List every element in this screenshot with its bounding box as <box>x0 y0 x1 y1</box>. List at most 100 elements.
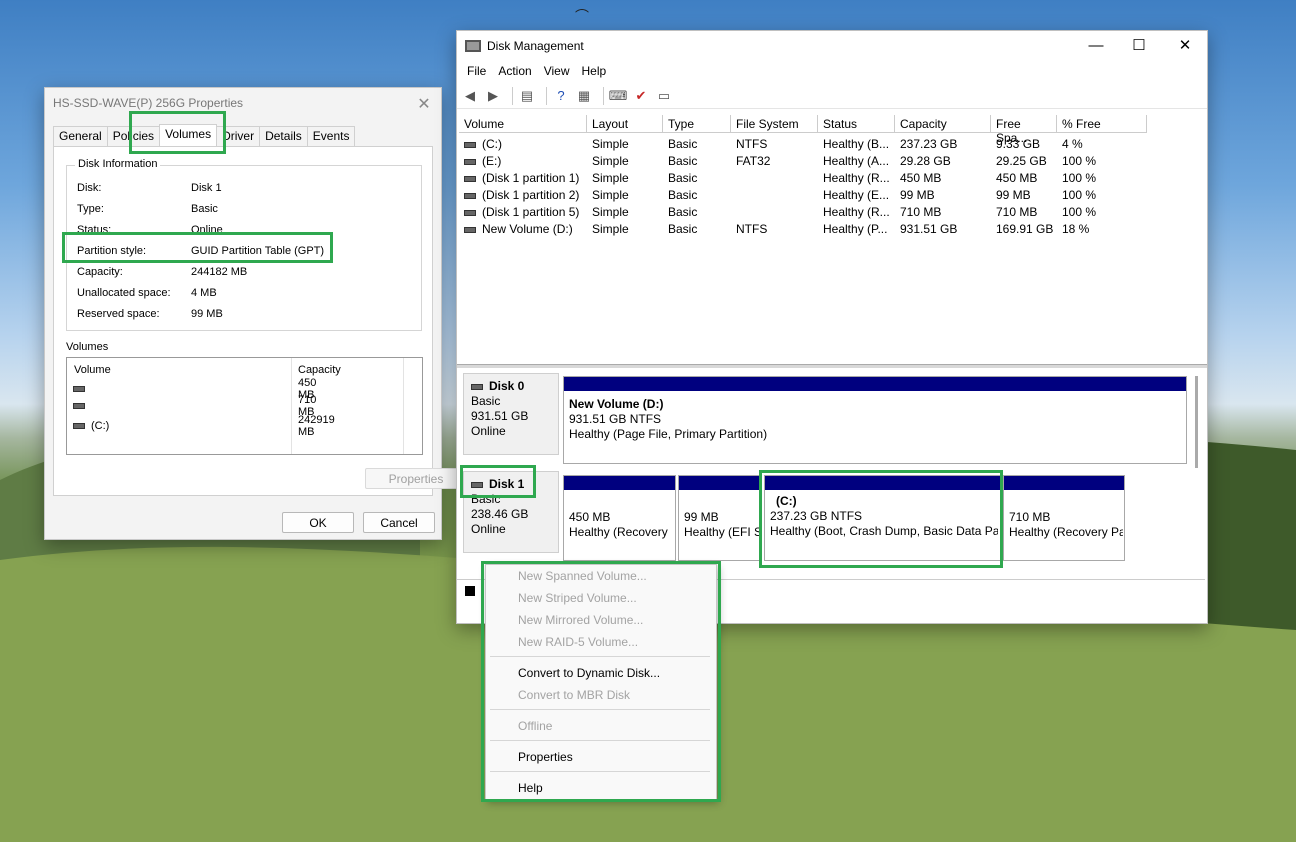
menu-item-convert-to-dynamic[interactable]: Convert to Dynamic Disk... <box>518 666 660 680</box>
menu-item-properties[interactable]: Properties <box>518 750 573 764</box>
partition-block[interactable]: 99 MB Healthy (EFI S <box>678 475 762 561</box>
menu-item-new-mirrored-volume[interactable]: New Mirrored Volume... <box>518 613 643 627</box>
menu-action[interactable]: Action <box>492 61 537 81</box>
vertical-scrollbar[interactable] <box>1195 376 1198 468</box>
table-cell: Healthy (R... <box>823 171 890 185</box>
menu-item-new-raid5-volume[interactable]: New RAID-5 Volume... <box>518 635 638 649</box>
tab-driver[interactable]: Driver <box>216 126 261 146</box>
menu-item-help[interactable]: Help <box>518 781 543 795</box>
minimize-icon[interactable]: — <box>1081 35 1111 57</box>
info-row: Type: Basic <box>77 203 218 215</box>
menu-item-new-striped-volume[interactable]: New Striped Volume... <box>518 591 637 605</box>
info-value: 99 MB <box>191 308 223 320</box>
table-row[interactable]: (Disk 1 partition 1) Simple Basic Healthy (… <box>459 171 1159 188</box>
ok-button[interactable]: OK <box>282 512 354 533</box>
partition-text: (C:) 237.23 GB NTFS Healthy (Boot, Crash… <box>770 494 998 539</box>
column-header-percent-free[interactable]: % Free <box>1057 115 1147 133</box>
disk-management-window: Disk Management — ☐ ✕ File Action View H… <box>456 30 1208 624</box>
menu-view[interactable]: View <box>538 61 576 81</box>
info-row: Capacity: 244182 MB <box>77 266 247 278</box>
menu-item-new-spanned-volume[interactable]: New Spanned Volume... <box>518 569 647 583</box>
volumes-caption: Volumes <box>66 341 109 353</box>
list-item[interactable]: 450 MB <box>73 377 316 401</box>
disk-0-label[interactable]: Disk 0 Basic 931.51 GB Online <box>463 373 559 455</box>
column-header-capacity[interactable]: Capacity <box>298 364 341 376</box>
tab-events[interactable]: Events <box>306 126 356 146</box>
column-header-type[interactable]: Type <box>663 115 731 133</box>
partition-text: 710 MB Healthy (Recovery Pa <box>1009 510 1123 540</box>
cancel-button[interactable]: Cancel <box>363 512 435 533</box>
volume-icon <box>464 226 476 233</box>
volume-name: (Disk 1 partition 5) <box>482 205 580 219</box>
disk-name: Disk 0 <box>489 379 525 393</box>
column-header-free-space[interactable]: Free Spa... <box>991 115 1057 145</box>
tab-volumes[interactable]: Volumes <box>159 124 218 146</box>
partition-title: New Volume (D:) <box>569 397 664 411</box>
properties-icon[interactable]: ▭ <box>655 87 673 105</box>
column-header-volume[interactable]: Volume <box>74 364 111 376</box>
help-icon[interactable]: ? <box>552 87 570 105</box>
table-cell: 100 % <box>1062 188 1097 202</box>
partition-block[interactable]: New Volume (D:) 931.51 GB NTFS Healthy (… <box>563 376 1187 464</box>
info-value: Online <box>191 224 223 236</box>
menu-bar: File Action View Help <box>457 61 612 81</box>
info-label: Status: <box>77 224 112 236</box>
back-icon[interactable]: ◀ <box>461 87 479 105</box>
forward-icon[interactable]: ▶ <box>484 87 502 105</box>
partition-text: 99 MB Healthy (EFI S <box>684 510 760 540</box>
column-header-capacity[interactable]: Capacity <box>895 115 991 133</box>
menu-separator <box>490 740 710 741</box>
volume-name: (Disk 1 partition 1) <box>482 171 580 185</box>
tab-details[interactable]: Details <box>259 126 308 146</box>
list-item[interactable]: (C:) 242919 MB <box>73 414 335 438</box>
maximize-icon[interactable]: ☐ <box>1124 35 1154 57</box>
menu-help[interactable]: Help <box>576 61 613 81</box>
menu-item-offline[interactable]: Offline <box>518 719 552 733</box>
table-cell: Healthy (R... <box>823 205 890 219</box>
disk-icon <box>471 481 483 488</box>
table-cell: Simple <box>592 188 629 202</box>
tab-policies[interactable]: Policies <box>106 126 161 146</box>
connect-icon[interactable]: ⌨ <box>609 87 628 105</box>
properties-button[interactable]: Properties <box>365 468 467 489</box>
pane-splitter[interactable] <box>457 364 1207 368</box>
disk-name: Disk 1 <box>489 477 525 491</box>
table-cell: 99 MB <box>996 188 1031 202</box>
table-cell: Simple <box>592 222 629 236</box>
volume-icon <box>464 158 476 165</box>
close-icon[interactable]: ✕ <box>1170 35 1200 57</box>
volume-cell: (Disk 1 partition 5) <box>459 205 587 219</box>
table-cell: Basic <box>668 222 698 236</box>
disk-status: Online <box>471 424 506 438</box>
volume-list-grid[interactable]: Volume Layout Type File System Status Ca… <box>459 115 1205 363</box>
column-header-file-system[interactable]: File System <box>731 115 818 133</box>
menu-file[interactable]: File <box>461 61 492 81</box>
table-row[interactable]: (Disk 1 partition 2) Simple Basic Healthy (… <box>459 188 1159 205</box>
table-cell: Basic <box>668 188 698 202</box>
list-item[interactable]: 710 MB <box>73 394 316 418</box>
partition-text: 450 MB Healthy (Recovery <box>569 510 674 540</box>
volume-cell: New Volume (D:) <box>459 222 587 236</box>
column-header-status[interactable]: Status <box>818 115 895 133</box>
table-cell: Simple <box>592 205 629 219</box>
unallocated-legend-icon <box>465 586 475 596</box>
show-pane-icon[interactable]: ▦ <box>575 87 593 105</box>
disk-1-label[interactable]: Disk 1 Basic 238.46 GB Online <box>463 471 559 553</box>
table-row[interactable]: (C:) Simple Basic NTFS Healthy (B... 237.23 G… <box>459 137 1159 154</box>
table-row[interactable]: New Volume (D:) Simple Basic NTFS Healthy (P… <box>459 222 1159 239</box>
close-icon[interactable]: ✕ <box>415 94 433 114</box>
table-row[interactable]: (Disk 1 partition 5) Simple Basic Healthy (… <box>459 205 1159 222</box>
partition-block[interactable]: 710 MB Healthy (Recovery Pa <box>1003 475 1125 561</box>
column-header-layout[interactable]: Layout <box>587 115 663 133</box>
menu-item-convert-to-mbr[interactable]: Convert to MBR Disk <box>518 688 630 702</box>
tab-general[interactable]: General <box>53 126 108 146</box>
drive-icon <box>73 403 85 409</box>
volumes-list[interactable]: Volume Capacity 450 MB 710 MB (C:) 242919… <box>66 357 423 455</box>
volume-capacity: 242919 MB <box>298 414 335 438</box>
console-tree-icon[interactable]: ▤ <box>518 87 536 105</box>
table-row[interactable]: (E:) Simple Basic FAT32 Healthy (A... 29.28 G… <box>459 154 1159 171</box>
check-icon[interactable]: ✔ <box>632 87 650 105</box>
column-header-volume[interactable]: Volume <box>459 115 587 133</box>
partition-block-c[interactable]: (C:) 237.23 GB NTFS Healthy (Boot, Crash… <box>764 475 1001 561</box>
partition-block[interactable]: 450 MB Healthy (Recovery <box>563 475 676 561</box>
